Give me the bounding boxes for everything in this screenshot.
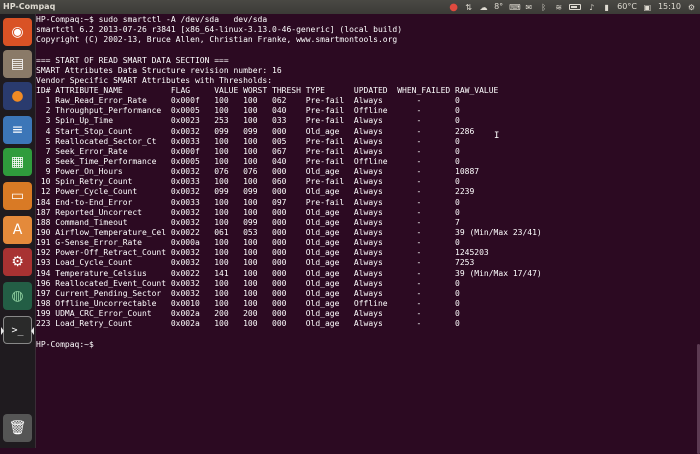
browser-globe-icon: ◍ [11, 288, 24, 304]
terminal-line: 184 End-to-End_Error 0x0033 100 100 097 … [36, 197, 460, 207]
files-button[interactable]: ▤ [3, 50, 32, 78]
sound-icon[interactable]: ♪ [587, 3, 596, 12]
chat-mail-icon[interactable]: ✉ [524, 3, 533, 12]
trash-icon: 🗑 [8, 420, 27, 436]
settings-icon: ⚙ [11, 254, 24, 270]
settings-button[interactable]: ⚙ [3, 248, 32, 276]
thermometer-icon: ▮ [604, 2, 609, 12]
software-center-button[interactable]: A [3, 216, 32, 244]
clock[interactable]: 15:10 [658, 0, 681, 14]
wifi-icon[interactable]: ≋ [554, 3, 563, 12]
terminal-line: 198 Offline_Uncorrectable 0x0010 100 100… [36, 298, 460, 308]
terminal-line: 1 Raw_Read_Error_Rate 0x000f 100 100 062… [36, 96, 460, 106]
terminal-line: smartctl 6.2 2013-07-26 r3841 [x86_64-li… [36, 25, 403, 35]
writer-icon: ≡ [11, 122, 24, 138]
terminal-line: 12 Power_Cycle_Count 0x0032 099 099 000 … [36, 187, 475, 197]
terminal-icon: >_ [11, 324, 24, 336]
terminal-output[interactable]: HP-Compaq:~$ sudo smartctl -A /dev/sda d… [36, 14, 696, 448]
terminal-line: ID# ATTRIBUTE_NAME FLAG VALUE WORST THRE… [36, 85, 499, 95]
terminal-button[interactable]: >_ [1, 316, 34, 344]
terminal-line: 196 Reallocated_Event_Count 0x0032 100 1… [36, 278, 460, 288]
terminal-line: Copyright (C) 2002-13, Bruce Allen, Chri… [36, 35, 398, 45]
terminal-line: 192 Power-Off_Retract_Count 0x0032 100 1… [36, 248, 489, 258]
launcher: ◉ ▤ ● ≡ ▦ ▭ A ⚙ ◍ >_ 🗑 [0, 14, 36, 448]
writer-button[interactable]: ≡ [3, 116, 32, 144]
system-tray: ● ⇅ ☁ 8° ⌨ ✉ ᛒ ≋ ♪ ▮ 60°C ▣ 15:10 ⚙ [449, 0, 696, 14]
terminal-line: HP-Compaq:~$ sudo smartctl -A /dev/sda d… [36, 15, 268, 24]
battery-icon[interactable] [569, 4, 582, 10]
terminal-line: 3 Spin_Up_Time 0x0023 253 100 033 Pre-fa… [36, 116, 460, 126]
weather-temperature[interactable]: 8° [494, 0, 503, 14]
terminal-line: SMART Attributes Data Structure revision… [36, 65, 282, 75]
software-center-icon: A [12, 222, 23, 238]
terminal-line: 7 Seek_Error_Rate 0x000f 100 100 067 Pre… [36, 146, 460, 156]
calc-icon: ▦ [10, 154, 25, 170]
dash-home-icon: ◉ [11, 24, 24, 40]
terminal-line: 199 UDMA_CRC_Error_Count 0x002a 200 200 … [36, 309, 460, 319]
lock-icon[interactable]: ▣ [643, 3, 652, 12]
power-gear-icon[interactable]: ⚙ [687, 3, 696, 12]
bluetooth-icon[interactable]: ᛒ [539, 3, 548, 12]
terminal-line: Vendor Specific SMART Attributes with Th… [36, 75, 273, 85]
network-up-down-icon[interactable]: ⇅ [464, 3, 473, 12]
browser-globe-button[interactable]: ◍ [3, 282, 32, 310]
terminal-line: 2 Throughput_Performance 0x0005 100 100 … [36, 106, 460, 116]
impress-button[interactable]: ▭ [3, 182, 32, 210]
terminal-line: === START OF READ SMART DATA SECTION === [36, 55, 229, 65]
terminal-line: 194 Temperature_Celsius 0x0022 141 100 0… [36, 268, 542, 278]
ibeam-cursor-icon: I [494, 131, 500, 141]
terminal-line: 10 Spin_Retry_Count 0x0033 100 100 060 P… [36, 177, 460, 187]
cpu-temperature[interactable]: 60°C [617, 0, 637, 14]
terminal-line: 193 Load_Cycle_Count 0x0032 100 100 000 … [36, 258, 475, 268]
window-title: HP-Compaq [3, 2, 56, 11]
terminal-line: 190 Airflow_Temperature_Cel 0x0022 061 0… [36, 227, 542, 237]
firefox-button[interactable]: ● [3, 82, 32, 110]
impress-icon: ▭ [10, 188, 25, 204]
terminal-line: 188 Command_Timeout 0x0032 100 099 000 O… [36, 217, 460, 227]
terminal-lines: HP-Compaq:~$ sudo smartctl -A /dev/sda d… [36, 14, 542, 350]
terminal-line: 191 G-Sense_Error_Rate 0x000a 100 100 00… [36, 238, 460, 248]
calc-button[interactable]: ▦ [3, 148, 32, 176]
terminal-line: 197 Current_Pending_Sector 0x0032 100 10… [36, 288, 460, 298]
terminal-line: 223 Load_Retry_Count 0x002a 100 100 000 … [36, 319, 460, 329]
terminal-line: 9 Power_On_Hours 0x0032 076 076 000 Old_… [36, 167, 480, 177]
files-icon: ▤ [10, 56, 25, 72]
terminal-scrollbar[interactable] [696, 14, 700, 454]
firefox-icon: ● [11, 88, 24, 104]
terminal-line: HP-Compaq:~$ [36, 339, 99, 349]
trash-button[interactable]: 🗑 [3, 414, 32, 442]
keyboard-icon[interactable]: ⌨ [509, 3, 521, 12]
top-panel: HP-Compaq ● ⇅ ☁ 8° ⌨ ✉ ᛒ ≋ ♪ ▮ 60°C ▣ 15… [0, 0, 700, 14]
weather-cloud-icon[interactable]: ☁ [479, 3, 488, 12]
terminal-line: 5 Reallocated_Sector_Ct 0x0033 100 100 0… [36, 136, 460, 146]
terminal-line: 187 Reported_Uncorrect 0x0032 100 100 00… [36, 207, 460, 217]
terminal-line: 8 Seek_Time_Performance 0x0005 100 100 0… [36, 156, 460, 166]
dash-home-button[interactable]: ◉ [3, 18, 32, 46]
terminal-line: 4 Start_Stop_Count 0x0032 099 099 000 Ol… [36, 126, 475, 136]
record-icon[interactable]: ● [449, 2, 458, 12]
